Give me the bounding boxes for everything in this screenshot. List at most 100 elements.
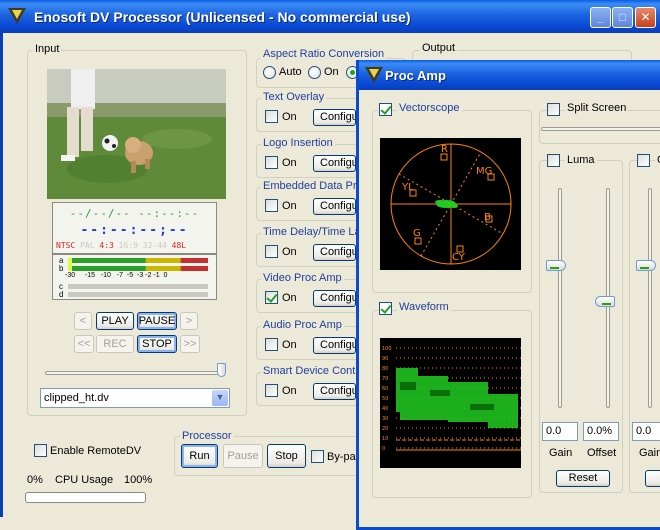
feature-section-title: Video Proc Amp (261, 272, 344, 284)
run-button[interactable]: Run (181, 444, 218, 468)
luma-offset-label: Offset (587, 447, 617, 459)
feature-section-configure-button[interactable]: Configu (313, 109, 356, 126)
split-screen-label: Split Screen (565, 102, 629, 114)
processor-pause-button[interactable]: Pause (223, 444, 263, 468)
waveform-scale-label: 100 (382, 346, 392, 352)
feature-section-checkbox[interactable] (265, 245, 278, 258)
proc-amp-title: Proc Amp (385, 68, 446, 83)
waveform-scale-label: 60 (382, 386, 388, 392)
feature-section-checkbox[interactable] (265, 384, 278, 397)
stop-button[interactable]: STOP (137, 335, 177, 353)
chroma-reset-button[interactable] (645, 470, 660, 487)
cpu-low-label: 0% (27, 474, 43, 486)
window-frame-left (0, 33, 3, 517)
maximize-button[interactable]: □ (612, 7, 633, 28)
aspect-ratio-title: Aspect Ratio Conversion (261, 48, 387, 60)
meter-scale-tick: 0 (163, 272, 168, 279)
prev-frame-button[interactable]: < (74, 312, 92, 330)
luma-gain-track[interactable] (558, 188, 562, 408)
position-slider-thumb[interactable] (217, 363, 226, 377)
feature-section-configure-button[interactable]: Configu (313, 244, 356, 261)
feature-section-configure-button[interactable]: Configu (313, 383, 356, 400)
feature-section-checkbox[interactable] (265, 156, 278, 169)
feature-section-checkbox[interactable] (265, 338, 278, 351)
waveform-scale-label: 40 (382, 406, 388, 412)
fast-forward-button[interactable]: >> (180, 335, 200, 353)
dropdown-arrow-icon[interactable]: ▼ (212, 390, 228, 406)
proc-amp-icon (365, 67, 383, 83)
waveform-scale-label: 90 (382, 356, 388, 362)
split-screen-slider[interactable] (541, 127, 660, 131)
play-button[interactable]: PLAY (96, 312, 134, 330)
meter-scale-tick: -1 (153, 272, 160, 279)
feature-section-configure-button[interactable]: Configu (313, 198, 356, 215)
feature-section-on-label: On (282, 246, 297, 258)
input-group-label: Input (33, 43, 62, 55)
luma-gain-thumb[interactable] (546, 260, 566, 271)
luma-offset-thumb[interactable] (595, 296, 615, 307)
feature-section-on-label: On (282, 292, 297, 304)
feature-section-configure-button[interactable]: Configu (313, 337, 356, 354)
meter-scale-tick: -2 (145, 272, 152, 279)
enable-remote-checkbox[interactable] (34, 444, 47, 457)
timecode-time: --:--:--;-- (80, 223, 189, 238)
waveform-scale-label: 70 (382, 376, 388, 382)
feature-section-checkbox[interactable] (265, 110, 278, 123)
feature-section-title: Embedded Data Pro (261, 180, 365, 192)
chroma-gain-track[interactable] (648, 188, 652, 408)
processor-stop-button[interactable]: Stop (267, 444, 306, 468)
feature-section-on-label: On (282, 385, 297, 397)
feature-section-configure-button[interactable]: Configu (313, 155, 356, 172)
dv-status-line: NTSC PAL 4:3 16:9 32-44 48L (53, 241, 216, 250)
chroma-checkbox[interactable] (637, 154, 650, 167)
meter-scale-tick: -7 (116, 272, 124, 279)
waveform-checkbox[interactable] (379, 302, 392, 315)
luma-checkbox[interactable] (547, 154, 560, 167)
vector-target-mg: MG (476, 166, 492, 177)
processor-group-label: Processor (180, 430, 234, 442)
luma-offset-field[interactable]: 0.0% (583, 422, 619, 441)
proc-amp-title-bar[interactable]: Proc Amp (359, 60, 660, 90)
feature-section-on-label: On (282, 339, 297, 351)
meter-bar-c (68, 284, 208, 289)
waveform-scale-label: 0 (382, 446, 385, 452)
next-frame-button[interactable]: > (180, 312, 198, 330)
vectorscope-checkbox[interactable] (379, 103, 392, 116)
vector-target-yl: YL (401, 182, 414, 193)
main-title-bar[interactable]: Enosoft DV Processor (Unlicensed - No co… (0, 0, 660, 33)
chroma-gain-field[interactable]: 0.0 (632, 422, 660, 441)
aspect-on-radio[interactable] (308, 66, 321, 79)
waveform-scale-label: 50 (382, 396, 388, 402)
aspect-auto-label: Auto (279, 66, 302, 78)
luma-gain-field[interactable]: 0.0 (542, 422, 578, 441)
waveform-scale-label: 30 (382, 416, 388, 422)
audio-meter-panel: a b c d -30 -15 -10 -7 -5 -3 -2 -1 0 (52, 254, 217, 300)
position-slider-track[interactable] (45, 371, 225, 375)
meter-scale: -30 -15 -10 -7 -5 -3 -2 -1 0 (65, 272, 215, 279)
record-button[interactable]: REC (96, 335, 134, 353)
minimize-button[interactable]: _ (590, 7, 611, 28)
feature-section-checkbox[interactable] (265, 291, 278, 304)
vectorscope-label: Vectorscope (397, 102, 462, 114)
waveform-display: 1009080706050403020100 (380, 338, 521, 468)
chroma-gain-thumb[interactable] (636, 260, 656, 271)
split-screen-checkbox[interactable] (547, 103, 560, 116)
file-select[interactable]: clipped_ht.dv ▼ (40, 388, 230, 408)
status-ntsc: NTSC (56, 241, 76, 250)
status-aspect-169: 16:9 (118, 241, 138, 250)
close-button[interactable]: ✕ (635, 7, 656, 28)
meter-level-indicator (68, 258, 72, 271)
luma-reset-button[interactable]: Reset (556, 470, 610, 487)
feature-section-title: Audio Proc Amp (261, 319, 344, 331)
aspect-auto-radio[interactable] (263, 66, 276, 79)
pause-button[interactable]: PAUSE (137, 312, 177, 330)
feature-section-checkbox[interactable] (265, 199, 278, 212)
rewind-button[interactable]: << (74, 335, 94, 353)
chroma-label: C (655, 154, 660, 166)
status-pal: PAL (80, 241, 95, 250)
meter-bar-a (68, 258, 208, 263)
feature-section-configure-button[interactable]: Configu (313, 290, 356, 307)
bypass-checkbox[interactable] (311, 450, 324, 463)
vector-target-cy: CY (452, 252, 466, 263)
feature-section-title: Smart Device Contr (261, 365, 361, 377)
